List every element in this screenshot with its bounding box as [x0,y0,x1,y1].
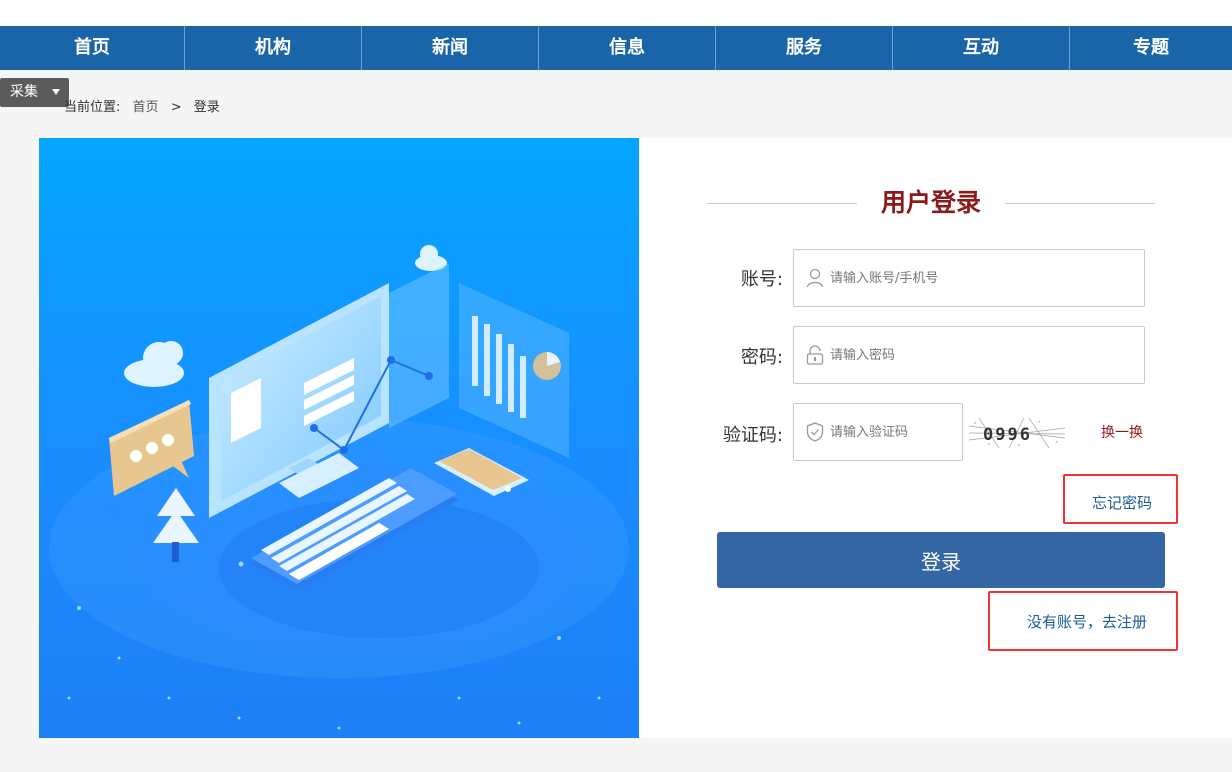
nav-item-news[interactable]: 新闻 [362,26,539,70]
shield-icon [806,422,824,442]
account-input[interactable] [830,270,1144,286]
breadcrumb-separator: > [170,100,182,115]
captcha-label: 验证码: [722,425,783,446]
nav-item-services[interactable]: 服务 [716,26,893,70]
nav-item-interaction[interactable]: 互动 [893,26,1070,70]
main-nav: 首页 机构 新闻 信息 服务 互动 专题 [0,26,1232,70]
register-link[interactable]: 没有账号，去注册 [1027,611,1147,632]
top-strip [0,0,1232,26]
captcha-text: 0996 [983,425,1032,445]
collect-dropdown[interactable]: 采集 [0,78,69,107]
login-illustration [39,138,639,738]
nav-item-topics[interactable]: 专题 [1070,26,1232,70]
breadcrumb-prefix: 当前位置: [64,100,121,115]
account-label: 账号: [740,269,783,290]
title-divider-left [707,203,857,204]
account-field-box [793,249,1145,307]
breadcrumb-home-link[interactable]: 首页 [133,100,159,115]
login-panel: 用户登录 账号: 密码: 验证码: [39,138,1232,738]
password-label: 密码: [740,347,783,368]
nav-item-information[interactable]: 信息 [539,26,716,70]
lock-icon [806,345,824,365]
user-icon [806,268,824,288]
register-highlight: 没有账号，去注册 [988,591,1178,651]
captcha-field-box [793,403,963,461]
computer-illustration-icon [39,138,639,738]
collect-label: 采集 [10,84,38,100]
forgot-password-link[interactable]: 忘记密码 [1092,492,1152,513]
caret-down-icon [52,89,60,95]
password-field-box [793,326,1145,384]
breadcrumb-current: 登录 [193,100,220,115]
captcha-image[interactable]: 0996 [968,417,1066,449]
login-button[interactable]: 登录 [717,532,1165,588]
forgot-password-highlight: 忘记密码 [1063,474,1178,524]
password-input[interactable] [830,347,1144,363]
captcha-input[interactable] [830,424,962,440]
title-divider-right [1005,203,1155,204]
login-title-block: 用户登录 [707,186,1155,220]
nav-item-organization[interactable]: 机构 [185,26,362,70]
nav-item-home[interactable]: 首页 [0,26,185,70]
breadcrumb: 当前位置: 首页 > 登录 [64,99,228,117]
refresh-captcha-link[interactable]: 换一换 [1101,422,1143,442]
login-title: 用户登录 [880,188,981,217]
